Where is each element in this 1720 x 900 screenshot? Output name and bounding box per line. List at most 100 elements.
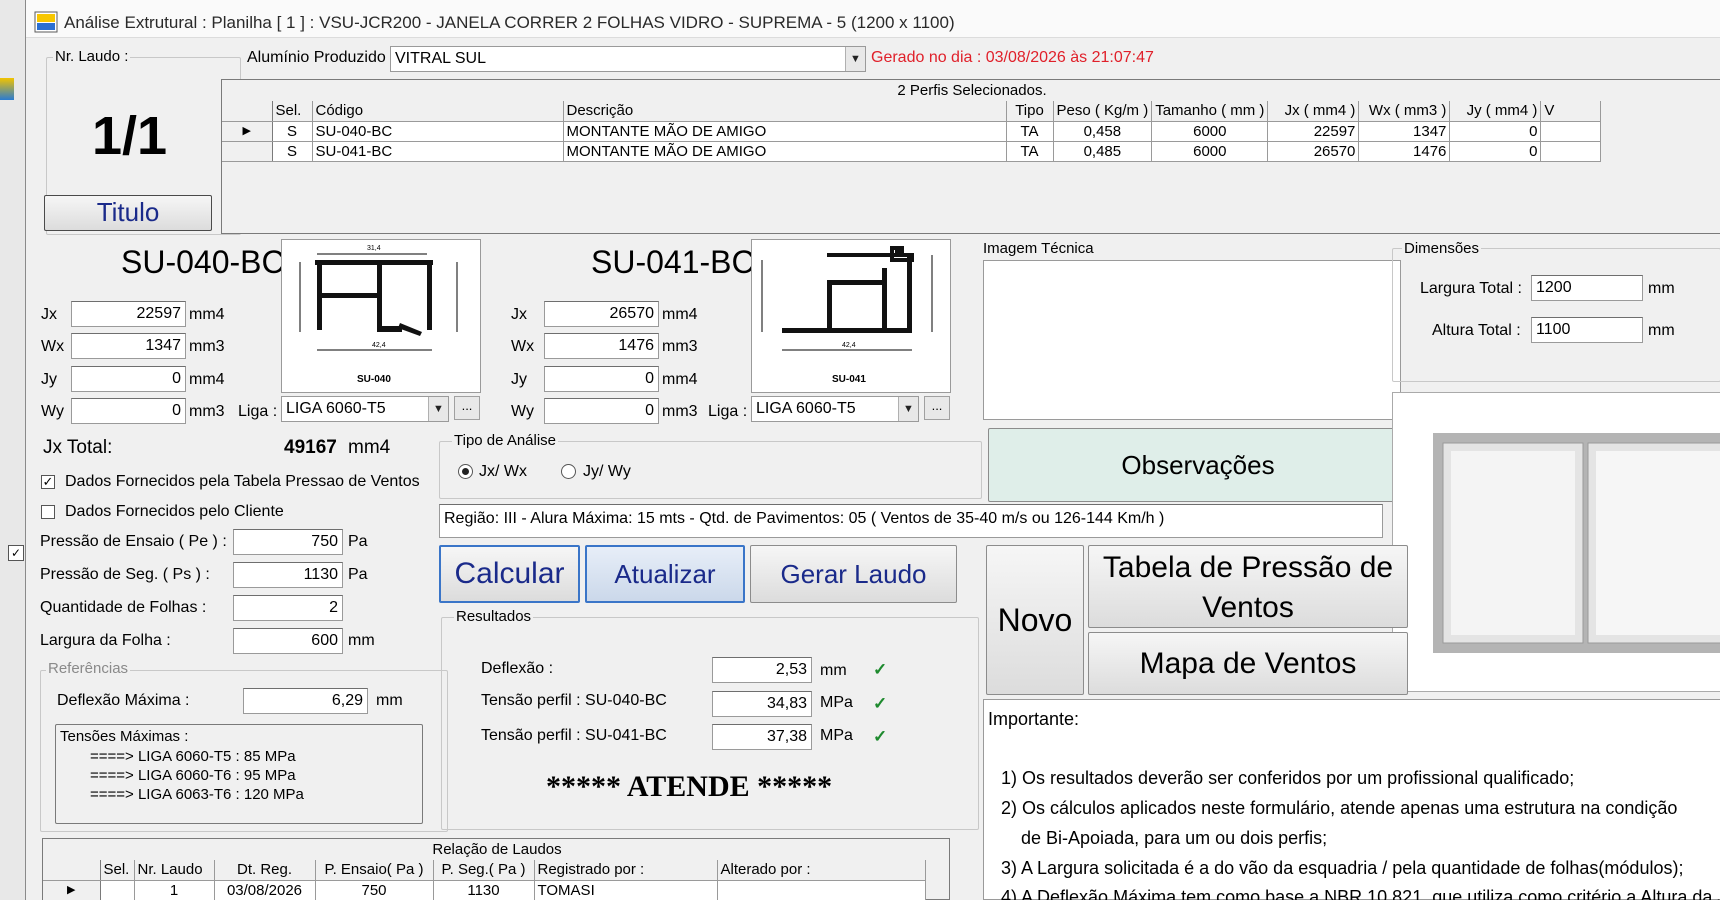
deflexao-result-value[interactable]: 2,53	[712, 657, 812, 683]
calcular-button[interactable]: Calcular	[439, 545, 580, 603]
cell-dt[interactable]: 03/08/2026	[214, 880, 316, 900]
tabela-checkbox[interactable]: ✓	[41, 475, 55, 489]
cell-wx[interactable]: 1476	[1358, 141, 1451, 162]
col-alterado[interactable]: Alterado por :	[717, 860, 926, 881]
analise-radio-jx-label[interactable]: Jx/ Wx	[479, 463, 527, 481]
cell-tipo[interactable]: TA	[1006, 141, 1054, 162]
col-peso[interactable]: Peso ( Kg/m )	[1053, 101, 1153, 122]
mapa-ventos-button[interactable]: Mapa de Ventos	[1088, 632, 1408, 695]
cell-descricao[interactable]: MONTANTE MÃO DE AMIGO	[563, 121, 1007, 142]
cell-sel[interactable]: S	[272, 141, 313, 162]
titulo-button[interactable]: Titulo	[44, 195, 212, 231]
perfil1-liga-select[interactable]: LIGA 6060-T5 ▼	[281, 396, 449, 422]
col-descricao[interactable]: Descrição	[563, 101, 1007, 122]
cell-jy[interactable]: 0	[1449, 141, 1542, 162]
perfil1-wy-input[interactable]: 0	[71, 398, 186, 424]
regiao-field[interactable]: Região: III - Alura Máxima: 15 mts - Qtd…	[439, 504, 1383, 538]
tensao2-result-value[interactable]: 37,38	[712, 724, 812, 750]
observacoes-button[interactable]: Observações	[988, 428, 1408, 502]
perfil2-wy-input[interactable]: 0	[544, 398, 659, 424]
novo-button[interactable]: Novo	[986, 545, 1084, 695]
col-sel[interactable]: Sel.	[272, 101, 313, 122]
perfil2-wx-input[interactable]: 1476	[544, 333, 659, 359]
cell-codigo[interactable]: SU-041-BC	[312, 141, 564, 162]
perfil1-wy-unit: mm3	[189, 403, 225, 420]
perfil2-jy-input[interactable]: 0	[544, 366, 659, 392]
chevron-down-icon[interactable]: ▼	[428, 397, 448, 421]
perfis-grid[interactable]: 2 Perfis Selecionados. Sel. Código Descr…	[221, 79, 1720, 234]
deflexao-result-unit: mm	[820, 662, 847, 679]
analise-radio-jy-label[interactable]: Jy/ Wy	[583, 463, 631, 481]
cell-sel[interactable]: S	[272, 121, 313, 142]
col-codigo[interactable]: Código	[312, 101, 564, 122]
cell-sel[interactable]	[100, 880, 135, 900]
gerar-laudo-button[interactable]: Gerar Laudo	[750, 545, 957, 603]
col-wx[interactable]: Wx ( mm3 )	[1358, 101, 1451, 122]
chevron-down-icon[interactable]: ▼	[898, 397, 918, 421]
cliente-checkbox[interactable]	[41, 505, 55, 519]
cell-v[interactable]	[1540, 121, 1602, 142]
cell-tamanho[interactable]: 6000	[1151, 141, 1269, 162]
cell-v[interactable]	[1540, 141, 1602, 162]
col-nr-laudo[interactable]: Nr. Laudo	[134, 860, 215, 881]
col-tipo[interactable]: Tipo	[1006, 101, 1054, 122]
largura-folha-input[interactable]: 600	[233, 628, 343, 654]
table-row[interactable]: ▶ 1 03/08/2026 750 1130 TOMASI	[43, 880, 926, 900]
laudos-grid[interactable]: Relação de Laudos Sel. Nr. Laudo Dt. Reg…	[42, 838, 950, 900]
cell-jx[interactable]: 22597	[1267, 121, 1360, 142]
col-p-seg[interactable]: P. Seg.( Pa )	[433, 860, 535, 881]
perfil1-wx-input[interactable]: 1347	[71, 333, 186, 359]
cell-alterado[interactable]	[717, 880, 926, 900]
perfil1-more-button[interactable]: ...	[454, 396, 480, 420]
perfil1-jx-input[interactable]: 22597	[71, 301, 186, 327]
tensao1-result-value[interactable]: 34,83	[712, 691, 812, 717]
tabela-checkbox-label[interactable]: Dados Fornecidos pela Tabela Pressao de …	[65, 473, 420, 491]
perfil2-jx-input[interactable]: 26570	[544, 301, 659, 327]
col-registrado[interactable]: Registrado por :	[534, 860, 718, 881]
cell-peso[interactable]: 0,485	[1053, 141, 1153, 162]
chevron-down-icon[interactable]: ▼	[845, 47, 865, 71]
perfil2-more-button[interactable]: ...	[924, 396, 950, 420]
table-row[interactable]: S SU-041-BC MONTANTE MÃO DE AMIGO TA 0,4…	[222, 141, 1602, 162]
analise-radio-jx[interactable]	[458, 464, 473, 479]
col-jx[interactable]: Jx ( mm4 )	[1267, 101, 1360, 122]
perfil2-liga-select[interactable]: LIGA 6060-T5 ▼	[751, 396, 919, 422]
col-dt-reg[interactable]: Dt. Reg.	[214, 860, 316, 881]
perfil1-dim-bottom: 42,4	[372, 342, 386, 349]
pe-input[interactable]: 750	[233, 529, 343, 555]
cell-registrado[interactable]: TOMASI	[534, 880, 718, 900]
folhas-input[interactable]: 2	[233, 595, 343, 621]
col-v[interactable]: V	[1540, 101, 1602, 122]
cell-pe[interactable]: 750	[315, 880, 434, 900]
cell-wx[interactable]: 1347	[1358, 121, 1451, 142]
perfil1-jy-input[interactable]: 0	[71, 366, 186, 392]
table-row[interactable]: ▶ S SU-040-BC MONTANTE MÃO DE AMIGO TA 0…	[222, 121, 1602, 142]
profile-su040-icon: 31,4 42,4 SU-040	[299, 245, 458, 385]
cell-jx[interactable]: 26570	[1267, 141, 1360, 162]
cell-ps[interactable]: 1130	[433, 880, 535, 900]
cell-tipo[interactable]: TA	[1006, 121, 1054, 142]
deflexao-max-input[interactable]: 6,29	[243, 688, 368, 714]
cell-jy[interactable]: 0	[1449, 121, 1542, 142]
cell-nr[interactable]: 1	[134, 880, 215, 900]
col-p-ensaio[interactable]: P. Ensaio( Pa )	[315, 860, 434, 881]
tabela-pressao-button[interactable]: Tabela de Pressão de Ventos	[1088, 545, 1408, 628]
cell-tamanho[interactable]: 6000	[1151, 121, 1269, 142]
col-tamanho[interactable]: Tamanho ( mm )	[1151, 101, 1269, 122]
aluminio-select[interactable]: VITRAL SUL ▼	[390, 46, 866, 72]
title-bar[interactable]: Análise Extrutural : Planilha [ 1 ] : VS…	[26, 0, 1720, 38]
ps-input[interactable]: 1130	[233, 562, 343, 588]
analise-radio-jy[interactable]	[561, 464, 576, 479]
cell-codigo[interactable]: SU-040-BC	[312, 121, 564, 142]
perfil2-dim-bottom: 42,4	[842, 342, 856, 349]
cliente-checkbox-label[interactable]: Dados Fornecidos pelo Cliente	[65, 503, 284, 521]
altura-total-input[interactable]: 1100	[1531, 317, 1643, 343]
col-sel[interactable]: Sel.	[100, 860, 135, 881]
cell-peso[interactable]: 0,458	[1053, 121, 1153, 142]
cell-descricao[interactable]: MONTANTE MÃO DE AMIGO	[563, 141, 1007, 162]
largura-total-label: Largura Total :	[1420, 280, 1522, 297]
atualizar-button[interactable]: Atualizar	[585, 545, 745, 603]
col-jy[interactable]: Jy ( mm4 )	[1449, 101, 1542, 122]
perfil1-liga-value: LIGA 6060-T5	[286, 400, 386, 417]
largura-total-input[interactable]: 1200	[1531, 275, 1643, 301]
